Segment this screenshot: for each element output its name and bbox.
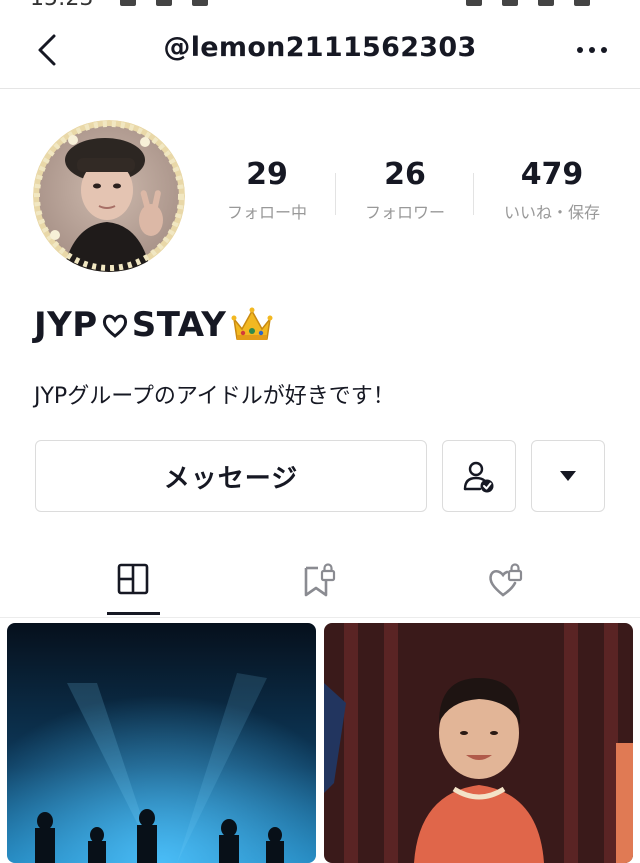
profile-avatar[interactable] <box>33 120 185 272</box>
display-name-part1: JYP <box>34 305 98 345</box>
top-bar: @lemon2111562303 <box>0 10 640 89</box>
stat-divider <box>473 173 474 215</box>
child-thumbnail-image <box>324 623 633 863</box>
tab-videos[interactable] <box>93 545 173 617</box>
following-label: フォロー中 <box>226 203 307 222</box>
status-icons-right <box>466 0 610 10</box>
more-options-button[interactable] <box>572 32 612 68</box>
message-button[interactable]: メッセージ <box>35 440 427 512</box>
message-button-label: メッセージ <box>163 463 299 494</box>
followers-count: 26 <box>384 157 426 192</box>
heart-lock-icon <box>489 563 523 597</box>
grid-icon <box>117 563 149 595</box>
video-thumbnail[interactable] <box>7 623 316 863</box>
more-dots-icon <box>577 47 607 53</box>
stat-following[interactable]: 29 フォロー中 <box>197 155 337 223</box>
likes-label: いいね・保存 <box>503 203 600 222</box>
following-count: 29 <box>246 157 288 192</box>
heart-outline-icon <box>102 314 127 338</box>
video-thumbnail[interactable] <box>324 623 633 863</box>
likes-count: 479 <box>520 157 584 192</box>
status-icons-left <box>120 0 250 6</box>
profile-bio: JYPグループのアイドルが好きです！ <box>34 384 395 409</box>
user-check-icon <box>463 461 494 493</box>
active-tab-indicator <box>107 612 160 615</box>
concert-thumbnail-image <box>7 623 316 863</box>
profile-stats: 29 フォロー中 26 フォロワー 479 いいね・保存 <box>200 155 640 235</box>
tab-liked[interactable] <box>467 545 547 617</box>
tab-favorites[interactable] <box>280 545 360 617</box>
crown-icon <box>231 307 273 340</box>
avatar-photo <box>33 120 185 272</box>
stat-likes[interactable]: 479 いいね・保存 <box>482 155 622 223</box>
display-name: JYP STAY <box>34 305 276 345</box>
profile-username: @lemon2111562303 <box>163 32 477 63</box>
stat-followers[interactable]: 26 フォロワー <box>335 155 475 223</box>
display-name-part2: STAY <box>131 305 227 345</box>
caret-down-icon <box>560 471 576 481</box>
bookmark-lock-icon <box>304 563 336 597</box>
following-status-button[interactable] <box>442 440 516 512</box>
content-tabs <box>0 545 640 618</box>
status-time: 15:23 <box>30 0 93 10</box>
suggestions-dropdown-button[interactable] <box>531 440 605 512</box>
followers-label: フォロワー <box>364 203 445 222</box>
status-bar: 15:23 <box>0 0 640 10</box>
